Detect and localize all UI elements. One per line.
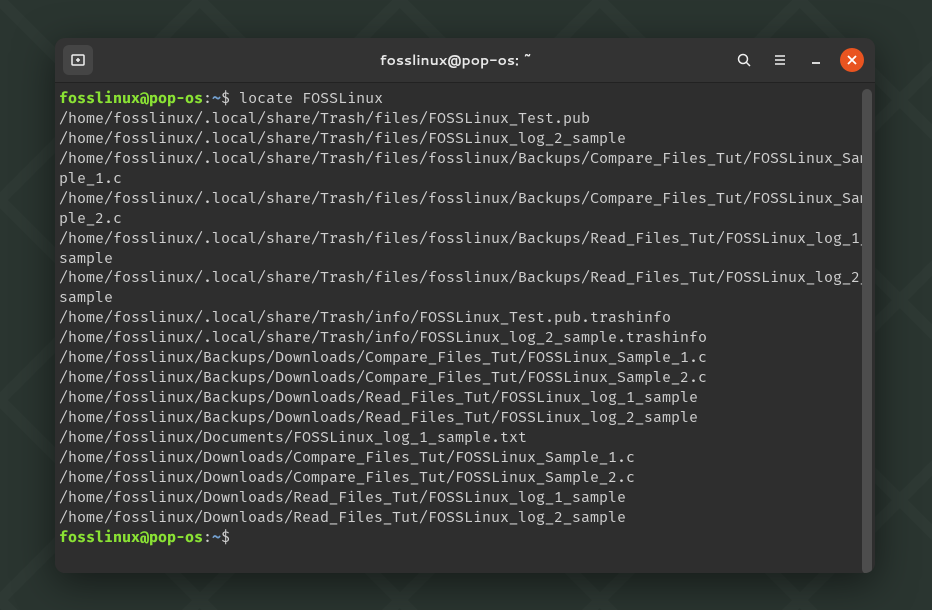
output-line: /home/fosslinux/Downloads/Compare_Files_… — [59, 468, 875, 488]
output-line: /home/fosslinux/Documents/FOSSLinux_log_… — [59, 428, 875, 448]
terminal-body[interactable]: fosslinux@pop-os:~$ locate FOSSLinux/hom… — [55, 83, 875, 573]
output-line: /home/fosslinux/.local/share/Trash/files… — [59, 268, 875, 308]
output-line: /home/fosslinux/.local/share/Trash/files… — [59, 189, 875, 229]
hamburger-icon — [772, 52, 788, 68]
output-line: /home/fosslinux/.local/share/Trash/files… — [59, 129, 875, 149]
output-line: /home/fosslinux/Downloads/Read_Files_Tut… — [59, 488, 875, 508]
output-line: /home/fosslinux/.local/share/Trash/info/… — [59, 328, 875, 348]
scrollbar[interactable] — [862, 89, 872, 573]
terminal-window: fosslinux@pop-os: ~ fosslinux@pop-os:~$ … — [55, 38, 875, 573]
menu-button[interactable] — [765, 45, 795, 75]
terminal-content: fosslinux@pop-os:~$ locate FOSSLinux/hom… — [59, 89, 875, 548]
prompt-path: ~ — [212, 528, 221, 546]
output-line: /home/fosslinux/Backups/Downloads/Read_F… — [59, 408, 875, 428]
search-icon — [736, 52, 752, 68]
close-icon — [846, 54, 858, 66]
new-tab-button[interactable] — [63, 45, 93, 75]
new-tab-icon — [70, 52, 86, 68]
search-button[interactable] — [729, 45, 759, 75]
close-button[interactable] — [840, 48, 864, 72]
command-text: locate FOSSLinux — [239, 89, 383, 107]
output-line: /home/fosslinux/Downloads/Read_Files_Tut… — [59, 508, 875, 528]
minimize-button[interactable] — [801, 45, 831, 75]
command-line: fosslinux@pop-os:~$ locate FOSSLinux — [59, 89, 875, 109]
prompt-colon: : — [203, 528, 212, 546]
window-title: fosslinux@pop-os: ~ — [189, 50, 723, 70]
output-line: /home/fosslinux/Backups/Downloads/Compar… — [59, 368, 875, 388]
minimize-icon — [808, 52, 824, 68]
prompt-user-host: fosslinux@pop-os — [59, 528, 203, 546]
output-line: /home/fosslinux/Backups/Downloads/Read_F… — [59, 388, 875, 408]
prompt-user-host: fosslinux@pop-os — [59, 89, 203, 107]
prompt-dollar: $ — [221, 528, 239, 546]
output-line: /home/fosslinux/.local/share/Trash/files… — [59, 149, 875, 189]
prompt-dollar: $ — [221, 89, 239, 107]
output-line: /home/fosslinux/Downloads/Compare_Files_… — [59, 448, 875, 468]
prompt-colon: : — [203, 89, 212, 107]
output-line: /home/fosslinux/.local/share/Trash/files… — [59, 229, 875, 269]
command-line: fosslinux@pop-os:~$ — [59, 528, 875, 548]
titlebar: fosslinux@pop-os: ~ — [55, 38, 875, 83]
output-line: /home/fosslinux/Backups/Downloads/Compar… — [59, 348, 875, 368]
output-line: /home/fosslinux/.local/share/Trash/files… — [59, 109, 875, 129]
output-line: /home/fosslinux/.local/share/Trash/info/… — [59, 308, 875, 328]
prompt-path: ~ — [212, 89, 221, 107]
